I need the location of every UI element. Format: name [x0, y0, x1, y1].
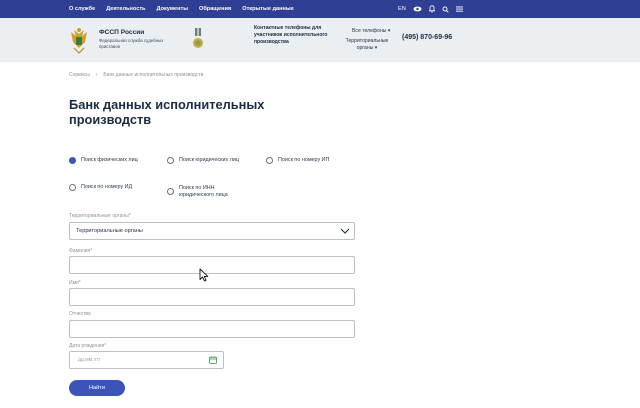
patronymic-label: Отчество [69, 311, 91, 317]
chevron-down-icon [340, 228, 350, 234]
lastname-label: Фамилия* [69, 248, 93, 254]
nav-item-appeals[interactable]: Обращения [199, 6, 231, 12]
all-phones-label: Все телефоны [352, 28, 387, 34]
all-phones-dropdown[interactable]: Все телефоны ▾ [352, 28, 390, 34]
top-nav: О службе Деятельность Документы Обращени… [69, 0, 294, 18]
hotline-phone[interactable]: (495) 870-69-96 [402, 34, 452, 41]
radio-indicator [69, 157, 76, 164]
top-tools: EN [398, 0, 463, 18]
radio-legal-entities[interactable]: Поиск юридических лиц [167, 157, 239, 164]
nav-item-documents[interactable]: Документы [157, 6, 188, 12]
territorial-select-value: Территориальные органы [76, 228, 143, 234]
territorial-phones-dropdown[interactable]: Территориальные органы ▾ [342, 38, 392, 52]
radio-id-number[interactable]: Поиск по номеру ИД [69, 184, 132, 191]
territorial-select[interactable]: Территориальные органы [69, 222, 355, 240]
chevron-down-icon: ▾ [374, 45, 378, 51]
breadcrumb: Сервисы › Банк данных исполнительных про… [69, 72, 203, 78]
chevron-right-icon: › [95, 72, 98, 78]
contacts-title: Контактные телефоны для участников испол… [254, 25, 328, 45]
accessibility-eye-icon[interactable] [413, 6, 422, 12]
firstname-input[interactable] [69, 288, 355, 306]
firstname-label: Имя* [69, 280, 81, 286]
find-button[interactable]: Найти [69, 380, 125, 396]
patronymic-input[interactable] [69, 320, 355, 338]
calendar-icon[interactable] [209, 356, 217, 364]
radio-indicator [69, 184, 76, 191]
birthdate-input[interactable]: дд.мм.гггг [69, 351, 224, 369]
breadcrumb-services[interactable]: Сервисы [69, 72, 90, 78]
territorial-phones-label: Территориальные органы [345, 38, 389, 51]
birthdate-label: Дата рождения* [69, 343, 107, 349]
nav-item-open-data[interactable]: Открытые данные [242, 6, 294, 12]
radio-label: Поиск юридических лиц [179, 157, 239, 163]
territorial-label: Территориальные органы* [69, 213, 131, 219]
radio-indicator [266, 157, 273, 164]
brand-title[interactable]: ФССП России [99, 29, 144, 36]
birthdate-placeholder: дд.мм.гггг [78, 357, 101, 363]
medal-icon [193, 28, 203, 48]
chevron-down-icon: ▾ [387, 28, 391, 34]
radio-indicator [167, 188, 174, 195]
top-nav-bar: О службе Деятельность Документы Обращени… [0, 0, 640, 18]
radio-label: Поиск по номеру ИД [81, 184, 133, 190]
nav-item-about[interactable]: О службе [69, 6, 95, 12]
nav-item-activity[interactable]: Деятельность [106, 6, 145, 12]
language-switch[interactable]: EN [398, 6, 406, 12]
radio-indicator [167, 157, 174, 164]
menu-icon[interactable] [455, 6, 463, 12]
page-title: Банк данных исполнительных производств [69, 97, 265, 127]
radio-inn[interactable]: Поиск по ИНН юридического лица [167, 185, 247, 199]
radio-label: Поиск физических лиц [81, 157, 138, 163]
bell-icon[interactable] [428, 5, 435, 13]
breadcrumb-current: Банк данных исполнительных производств [103, 72, 204, 78]
mouse-cursor-icon [199, 268, 209, 282]
search-icon[interactable] [442, 6, 449, 13]
radio-label: Поиск по номеру ИП [278, 157, 330, 163]
radio-ip-number[interactable]: Поиск по номеру ИП [266, 157, 329, 164]
lastname-input[interactable] [69, 256, 355, 274]
radio-individuals[interactable]: Поиск физических лиц [69, 157, 138, 164]
brand-subtitle: Федеральная служба судебных приставов [99, 38, 164, 49]
fssp-emblem-icon[interactable] [68, 26, 90, 54]
radio-label: Поиск по ИНН юридического лица [179, 185, 228, 198]
